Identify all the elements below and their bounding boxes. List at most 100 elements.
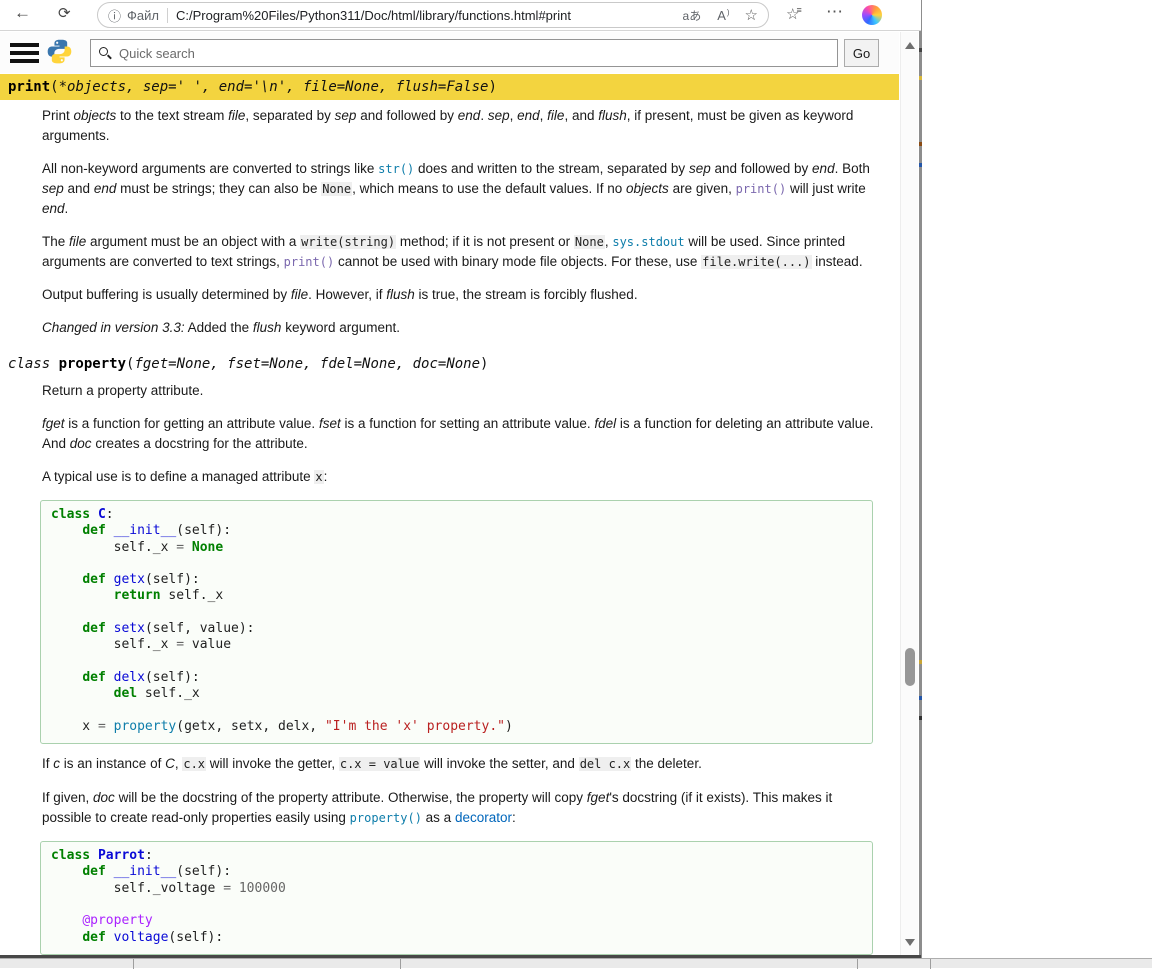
address-bar[interactable]: ⓘ Файл C:/Program%20Files/Python311/Doc/… [97,2,769,28]
text-run: If [42,756,53,771]
text-run: flush [598,108,627,123]
text-run: If given, [42,790,93,805]
refresh-icon[interactable]: ⟳ [58,4,71,22]
text-run: end [517,108,540,123]
text-run: flush [386,287,415,302]
text-run: property [59,356,126,372]
code-line: x = property(getx, setx, delx, "I'm the … [51,719,862,735]
site-label[interactable]: Файл [127,8,159,23]
inline-link[interactable]: property() [350,811,422,825]
address-divider [167,8,168,23]
text-run: c.x [182,757,206,771]
text-run: The [42,234,69,249]
text-run: fdel [594,416,616,431]
text-run: end [94,181,117,196]
text-run: c [53,756,60,771]
info-icon[interactable]: ⓘ [108,6,121,25]
text-run: class [8,356,59,372]
favorite-star-icon[interactable]: ☆ [745,6,758,24]
code-line [51,556,862,572]
code-line: def __init__(self): [51,864,862,880]
text-run: : [324,469,328,484]
code-line: class C: [51,507,862,523]
back-icon[interactable]: ← [14,3,31,23]
code-line: self._x = value [51,637,862,653]
browser-toolbar: ← ⟳ ⓘ Файл C:/Program%20Files/Python311/… [0,0,921,31]
inline-link[interactable]: print() [736,182,787,196]
code-example-class-parrot: class Parrot: def __init__(self): self._… [40,841,873,955]
paragraph: A typical use is to define a managed att… [42,467,885,487]
text-run: must be strings; they can also be [116,181,321,196]
text-run: will just write [786,181,866,196]
text-run: c.x = value [339,757,420,771]
changed-in-version-note: Changed in version 3.3: Added the flush … [42,318,885,338]
read-aloud-icon[interactable]: A [717,8,728,23]
text-run: . However, if [308,287,386,302]
text-run: doc [93,790,115,805]
edge-mark [919,76,922,80]
code-line: def __init__(self): [51,523,862,539]
text-run: : [512,810,516,825]
code-line [51,605,862,621]
text-run: sep [335,108,357,123]
text-run: Output buffering is usually determined b… [42,287,291,302]
translate-icon[interactable]: aあ [683,7,702,24]
text-run: creates a docstring for the attribute. [92,436,308,451]
inline-link[interactable]: print() [284,255,335,269]
text-run: fget [42,416,65,431]
edge-mark [919,716,922,720]
text-run: , separated by [245,108,334,123]
code-line: @property [51,913,862,929]
inline-link[interactable]: sys.stdout [612,235,684,249]
text-run: objects [626,181,669,196]
text-run: Print [42,108,74,123]
python-logo[interactable] [46,38,73,70]
more-options-icon[interactable]: ⋯ [826,2,843,22]
code-line [51,654,862,670]
page-scrollbar[interactable] [900,32,918,958]
text-run: None [574,235,605,249]
url-text[interactable]: C:/Program%20Files/Python311/Doc/html/li… [176,8,667,23]
text-run: is an instance of [60,756,165,771]
go-button[interactable]: Go [844,39,879,67]
paragraph: All non-keyword arguments are converted … [42,159,885,219]
text-run: instead. [812,254,863,269]
collections-icon[interactable]: ☆ [786,5,805,23]
doc-header: Go [0,32,899,73]
text-run: Added the [185,320,253,335]
paragraph: Output buffering is usually determined b… [42,285,885,305]
property-description: Return a property attribute. fget is a f… [0,375,899,955]
text-run: and followed by [356,108,457,123]
text-run: the deleter. [631,756,702,771]
inline-link[interactable]: decorator [455,810,512,825]
text-run: method; if it is not present or [396,234,574,249]
code-line: def setx(self, value): [51,621,862,637]
text-run: will invoke the getter, [206,756,339,771]
text-run: All non-keyword arguments are converted … [42,161,378,176]
text-run: fget [587,790,610,805]
paragraph: The file argument must be an object with… [42,232,885,272]
text-run: file [291,287,308,302]
menu-icon[interactable] [10,43,39,63]
copilot-icon[interactable] [862,5,882,25]
text-run: as a [422,810,455,825]
code-line: def getx(self): [51,572,862,588]
text-run: are given, [669,181,736,196]
scroll-down-icon[interactable] [905,939,915,946]
text-run: flush [253,320,282,335]
text-run: end [458,108,481,123]
scroll-up-icon[interactable] [905,42,915,49]
text-run: . Both [835,161,870,176]
text-run: file [228,108,245,123]
text-run: , and [564,108,598,123]
paragraph: Return a property attribute. [42,381,885,401]
text-run: fset [319,416,341,431]
print-description: Print objects to the text stream file, s… [0,100,899,338]
scrollbar-thumb[interactable] [905,648,915,686]
inline-link[interactable]: str() [378,162,414,176]
text-run: file.write(...) [701,255,811,269]
text-run: cannot be used with binary mode file obj… [334,254,701,269]
text-run: ) [480,356,488,372]
text-run: sep [42,181,64,196]
search-input[interactable] [90,39,838,67]
